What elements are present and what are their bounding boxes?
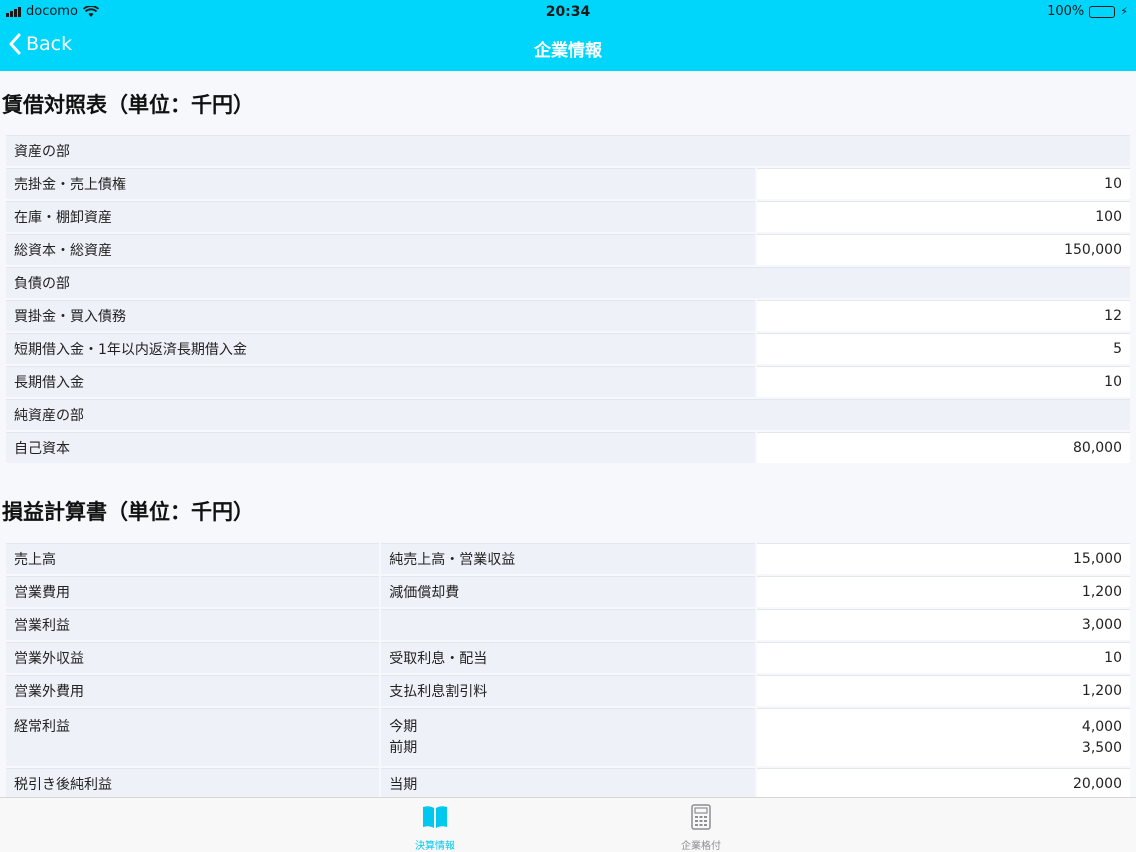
table-row: 自己資本 80,000 <box>6 432 1130 463</box>
row-value: 10 <box>757 366 1130 397</box>
row-sublabel: 今期 前期 <box>381 708 755 766</box>
table-row: 買掛金・買入債務 12 <box>6 300 1130 331</box>
row-label: 税引き後純利益 <box>6 768 380 797</box>
sublabel-line: 今期 <box>389 719 418 735</box>
row-sublabel <box>381 609 755 640</box>
row-label: 売掛金・売上債権 <box>6 168 755 199</box>
row-label: 営業外費用 <box>6 675 380 706</box>
row-value: 20,000 <box>756 768 1130 797</box>
section-header-label: 資産の部 <box>6 135 1130 166</box>
row-sublabel: 受取利息・配当 <box>381 642 755 673</box>
row-label: 買掛金・買入債務 <box>6 300 755 331</box>
row-value: 150,000 <box>757 234 1130 265</box>
row-label: 自己資本 <box>6 432 755 463</box>
row-value: 12 <box>757 300 1130 331</box>
battery-icon <box>1089 5 1116 18</box>
row-sublabel: 純売上高・営業収益 <box>381 543 755 574</box>
table-row: 営業費用 減価償却費 1,200 <box>6 576 1130 607</box>
content-scroll[interactable]: 賃借対照表（単位：千円） 資産の部 売掛金・売上債権 10 在庫・棚卸資産 100 総資本… <box>0 71 1136 797</box>
row-label: 売上高 <box>6 543 380 574</box>
row-value: 1,200 <box>756 576 1130 607</box>
section-header-row: 純資産の部 <box>6 399 1130 430</box>
table-row: 営業外収益 受取利息・配当 10 <box>6 642 1130 673</box>
income-statement-title: 損益計算書（単位：千円） <box>2 500 254 524</box>
row-label: 短期借入金・1年以内返済長期借入金 <box>6 333 755 364</box>
table-row: 営業利益 3,000 <box>6 609 1130 640</box>
row-value: 100 <box>757 201 1130 232</box>
table-row: 売上高 純売上高・営業収益 15,000 <box>6 543 1130 574</box>
row-value: 80,000 <box>757 432 1130 463</box>
tab-financial-info[interactable]: 決算情報 <box>375 804 495 852</box>
row-sublabel: 当期 <box>381 768 755 797</box>
row-label: 総資本・総資産 <box>6 234 755 265</box>
value-line: 3,500 <box>1081 740 1122 756</box>
row-label: 営業外収益 <box>6 642 380 673</box>
balance-sheet-title: 賃借対照表（単位：千円） <box>2 93 254 117</box>
row-value: 1,200 <box>756 675 1130 706</box>
row-value: 10 <box>756 642 1130 673</box>
status-right: 100% ⚡ <box>1047 4 1128 19</box>
table-row: 売掛金・売上債権 10 <box>6 168 1130 199</box>
table-row: 税引き後純利益 当期 20,000 <box>6 768 1130 797</box>
row-label: 営業費用 <box>6 576 380 607</box>
calculator-icon <box>691 804 711 830</box>
row-value: 3,000 <box>756 609 1130 640</box>
status-bar: docomo 20:34 100% ⚡ <box>0 0 1136 24</box>
row-label: 長期借入金 <box>6 366 755 397</box>
tab-bar: 決算情報 企業格付 <box>0 797 1136 852</box>
row-value: 15,000 <box>756 543 1130 574</box>
sublabel-line: 前期 <box>389 740 418 756</box>
tab-label: 決算情報 <box>415 841 455 852</box>
table-row: 営業外費用 支払利息割引料 1,200 <box>6 675 1130 706</box>
row-value: 5 <box>757 333 1130 364</box>
row-value: 10 <box>757 168 1130 199</box>
row-sublabel: 減価償却費 <box>381 576 755 607</box>
table-row: 総資本・総資産 150,000 <box>6 234 1130 265</box>
book-icon <box>423 806 447 828</box>
balance-sheet-table: 資産の部 売掛金・売上債権 10 在庫・棚卸資産 100 総資本・総資産 150,000 負債… <box>4 133 1132 465</box>
tab-label: 企業格付 <box>681 841 721 852</box>
charging-icon: ⚡ <box>1120 5 1128 18</box>
status-time: 20:34 <box>545 4 591 20</box>
value-line: 4,000 <box>1081 719 1122 735</box>
section-header-row: 資産の部 <box>6 135 1130 166</box>
section-header-label: 純資産の部 <box>6 399 1130 430</box>
table-row: 短期借入金・1年以内返済長期借入金 5 <box>6 333 1130 364</box>
row-label: 在庫・棚卸資産 <box>6 201 755 232</box>
row-value: 4,000 3,500 <box>756 708 1130 766</box>
table-row: 長期借入金 10 <box>6 366 1130 397</box>
row-label: 営業利益 <box>6 609 380 640</box>
income-statement-table: 売上高 純売上高・営業収益 15,000 営業費用 減価償却費 1,200 営業利益 3,00… <box>4 541 1132 797</box>
table-row: 経常利益 今期前期 4,000 3,500 <box>6 708 1130 766</box>
section-header-row: 負債の部 <box>6 267 1130 298</box>
row-sublabel: 支払利息割引料 <box>381 675 755 706</box>
section-header-label: 負債の部 <box>6 267 1130 298</box>
row-label: 経常利益 <box>6 708 380 766</box>
navigation-bar: docomo 20:34 100% ⚡ Back 企業情報 <box>0 0 1136 71</box>
page-title: 企業情報 <box>534 41 602 61</box>
table-row: 在庫・棚卸資産 100 <box>6 201 1130 232</box>
battery-percent: 100% <box>1047 4 1085 19</box>
tab-company-rating[interactable]: 企業格付 <box>641 804 761 852</box>
